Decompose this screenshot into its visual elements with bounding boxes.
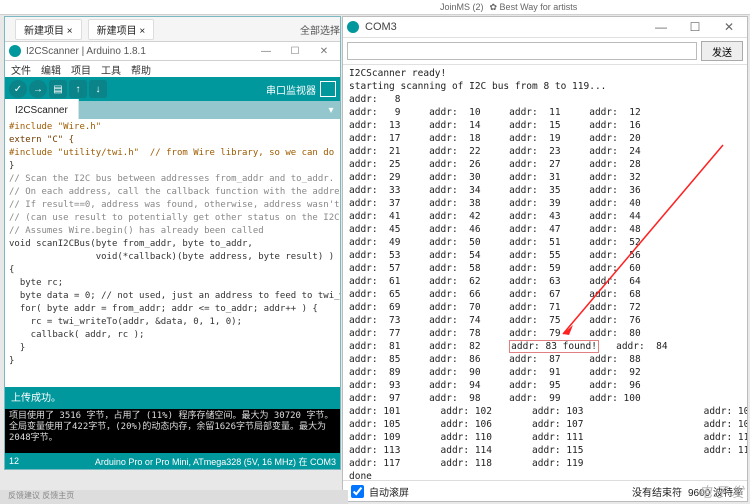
console-line: 项目使用了 3516 字节，占用了 (11%) 程序存储空间。最大为 30720… (9, 411, 336, 422)
board-info: Arduino Pro or Pro Mini, ATmega328 (5V, … (95, 455, 336, 468)
close-button[interactable]: ✕ (312, 46, 336, 57)
select-all[interactable]: 全部选择 (300, 22, 340, 37)
ide-menubar: 文件 编辑 项目 工具 帮助 (5, 61, 340, 77)
menu-help[interactable]: 帮助 (131, 62, 151, 77)
new-sketch-button[interactable]: ▤ (49, 80, 67, 98)
baud-select[interactable]: 9600 波特率 (688, 484, 743, 499)
menu-sketch[interactable]: 项目 (71, 62, 91, 77)
arduino-ide-window: 新建项目 × 新建项目 × 全部选择 I2CScanner | Arduino … (4, 16, 341, 470)
minimize-button[interactable]: — (254, 46, 278, 57)
menu-tools[interactable]: 工具 (101, 62, 121, 77)
code-editor[interactable]: #include "Wire.h"extern "C" {#include "u… (5, 119, 340, 387)
os-tab[interactable]: 新建项目 × (15, 19, 82, 40)
save-sketch-button[interactable]: ↓ (89, 80, 107, 98)
serial-monitor-label: 串口监视器 (266, 82, 318, 97)
bg-tab: ✿ Best Way for artists (490, 2, 578, 13)
ide-footer: 12 Arduino Pro or Pro Mini, ATmega328 (5… (5, 453, 340, 469)
minimize-button[interactable]: — (647, 20, 675, 34)
console-line: 全局变量使用了422字节，(20%)的动态内存，余留1626字节局部变量。最大为… (9, 422, 336, 444)
maximize-button[interactable]: ☐ (681, 20, 709, 34)
serial-title: COM3 (365, 21, 641, 33)
serial-inputbar: 发送 (343, 38, 747, 65)
maximize-button[interactable]: ☐ (283, 46, 307, 57)
arduino-logo-icon (9, 45, 21, 57)
ide-console: 项目使用了 3516 字节，占用了 (11%) 程序存储空间。最大为 30720… (5, 409, 340, 453)
send-button[interactable]: 发送 (701, 41, 743, 61)
sketch-tab[interactable]: I2CScanner (5, 99, 79, 121)
menu-file[interactable]: 文件 (11, 62, 31, 77)
line-number: 12 (9, 456, 19, 466)
verify-button[interactable]: ✓ (9, 80, 27, 98)
open-sketch-button[interactable]: ↑ (69, 80, 87, 98)
autoscroll-input[interactable] (351, 485, 364, 498)
serial-monitor-window: COM3 — ☐ ✕ 发送 I2CScanner ready!starting … (342, 16, 748, 502)
ide-tabstrip: I2CScanner ▾ (5, 101, 340, 119)
serial-footer: 自动滚屏 没有结束符 9600 波特率 (343, 480, 747, 501)
upload-button[interactable]: → (29, 80, 47, 98)
ide-os-tabs: 新建项目 × 新建项目 × 全部选择 (5, 17, 340, 42)
tab-menu-button[interactable]: ▾ (322, 105, 340, 116)
ide-status: 上传成功。 (5, 387, 340, 409)
taskbar-fragment: 反馈建议 反馈主页 (0, 490, 348, 504)
menu-edit[interactable]: 编辑 (41, 62, 61, 77)
serial-titlebar: COM3 — ☐ ✕ (343, 17, 747, 38)
serial-input[interactable] (347, 42, 697, 60)
ide-title: I2CScanner | Arduino 1.8.1 (26, 46, 249, 57)
line-ending-select[interactable]: 没有结束符 (632, 484, 682, 499)
background-tabs: JoinMS (2) ✿ Best Way for artists (0, 0, 750, 15)
bg-tab: JoinMS (2) (440, 2, 484, 12)
os-tab[interactable]: 新建项目 × (88, 19, 155, 40)
serial-output[interactable]: I2CScanner ready!starting scanning of I2… (343, 65, 747, 480)
ide-titlebar: I2CScanner | Arduino 1.8.1 — ☐ ✕ (5, 42, 340, 61)
arduino-logo-icon (347, 21, 359, 33)
close-button[interactable]: ✕ (715, 20, 743, 34)
serial-monitor-button[interactable] (320, 81, 336, 97)
autoscroll-checkbox[interactable]: 自动滚屏 (347, 482, 409, 501)
ide-toolbar: ✓ → ▤ ↑ ↓ 串口监视器 (5, 77, 340, 101)
